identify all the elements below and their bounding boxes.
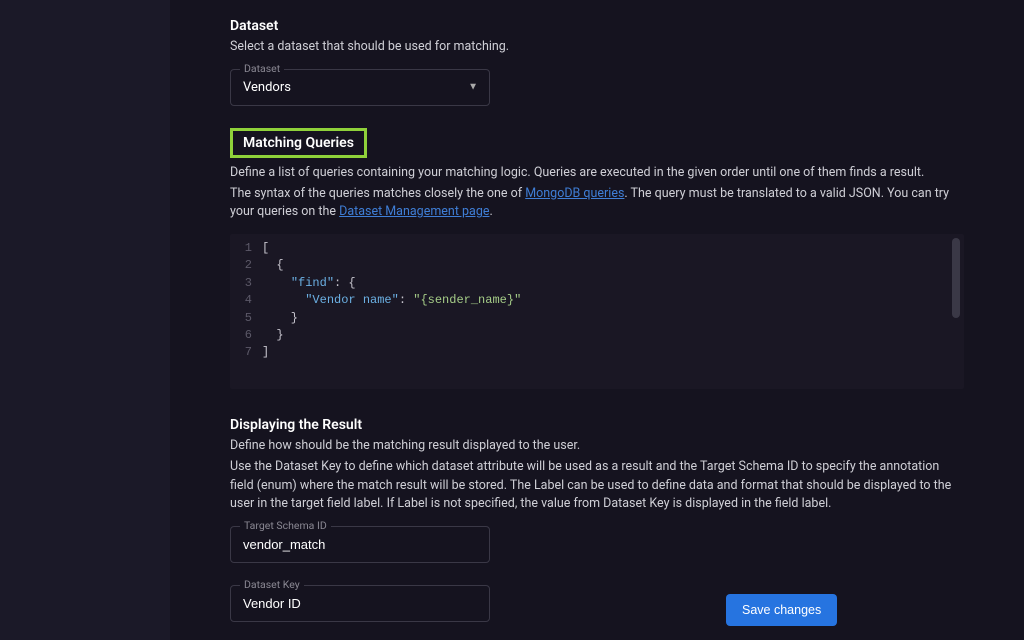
- main-content: Dataset Select a dataset that should be …: [170, 0, 1024, 640]
- code-string: "{sender_name}": [413, 293, 521, 307]
- line-number: 4: [230, 292, 252, 309]
- code-text: [: [262, 241, 269, 255]
- sidebar-nav: [0, 0, 170, 640]
- line-number: 7: [230, 344, 252, 361]
- code-text: {: [262, 258, 284, 272]
- code-text: : {: [334, 276, 356, 290]
- code-text: ]: [262, 345, 269, 359]
- query-editor[interactable]: 1 2 3 4 5 6 7 [ { "find": { "Vendor name…: [230, 234, 964, 389]
- matching-queries-desc-line1: Define a list of queries containing your…: [230, 164, 964, 183]
- mongodb-queries-link[interactable]: MongoDB queries: [525, 186, 624, 201]
- editor-code[interactable]: [ { "find": { "Vendor name": "{sender_na…: [262, 240, 964, 383]
- scroll-thumb[interactable]: [952, 238, 960, 318]
- dataset-select-label: Dataset: [240, 62, 284, 75]
- code-text: [262, 293, 305, 307]
- line-number: 6: [230, 327, 252, 344]
- dataset-section-desc: Select a dataset that should be used for…: [230, 38, 964, 57]
- dataset-management-link[interactable]: Dataset Management page: [339, 204, 489, 219]
- dataset-section-title: Dataset: [230, 18, 964, 34]
- matching-queries-title: Matching Queries: [243, 135, 354, 151]
- code-key: "find": [291, 276, 334, 290]
- text-fragment: .: [489, 204, 492, 219]
- result-section-desc2: Use the Dataset Key to define which data…: [230, 458, 964, 514]
- line-number: 5: [230, 310, 252, 327]
- matching-queries-title-highlight: Matching Queries: [230, 128, 367, 158]
- editor-gutter: 1 2 3 4 5 6 7: [230, 240, 262, 383]
- code-text: [262, 276, 291, 290]
- line-number: 3: [230, 275, 252, 292]
- result-section-title: Displaying the Result: [230, 417, 964, 433]
- code-text: :: [399, 293, 413, 307]
- save-changes-button[interactable]: Save changes: [726, 594, 837, 626]
- target-schema-field[interactable]: Target Schema ID: [230, 526, 490, 563]
- matching-queries-section: Matching Queries Define a list of querie…: [230, 128, 964, 389]
- code-text: }: [262, 311, 298, 325]
- result-section-desc1: Define how should be the matching result…: [230, 437, 964, 456]
- target-schema-label: Target Schema ID: [240, 519, 331, 532]
- line-number: 1: [230, 240, 252, 257]
- dataset-key-field[interactable]: Dataset Key: [230, 585, 490, 622]
- code-key: "Vendor name": [305, 293, 399, 307]
- editor-scrollbar[interactable]: [950, 238, 960, 385]
- code-text: }: [262, 328, 284, 342]
- dataset-select[interactable]: Dataset Vendors ▼: [230, 69, 490, 106]
- line-number: 2: [230, 257, 252, 274]
- matching-queries-desc-line2: The syntax of the queries matches closel…: [230, 185, 964, 223]
- dataset-key-label: Dataset Key: [240, 578, 304, 591]
- text-fragment: The syntax of the queries matches closel…: [230, 186, 525, 201]
